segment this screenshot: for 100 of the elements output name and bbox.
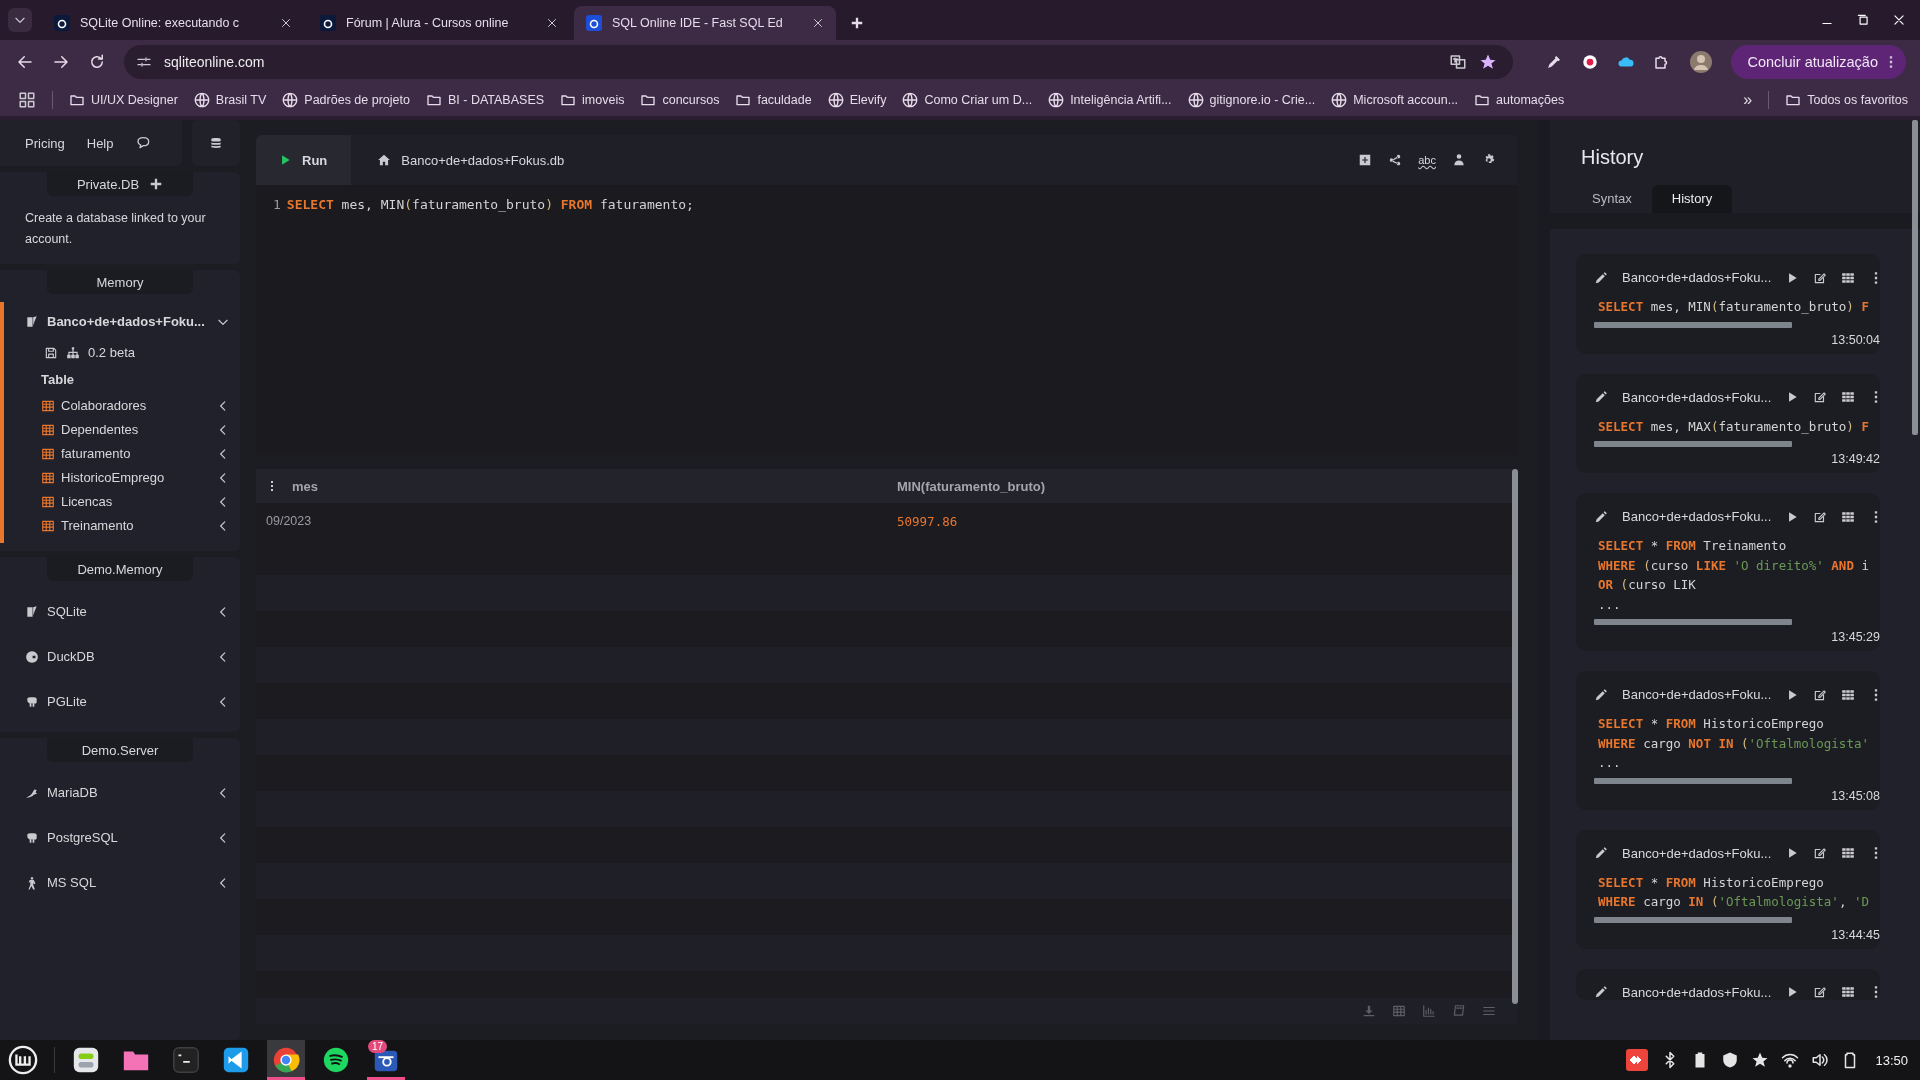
share-icon[interactable] bbox=[1388, 153, 1403, 167]
download-icon[interactable] bbox=[1362, 1004, 1376, 1018]
scrollbar[interactable] bbox=[1594, 777, 1792, 784]
edit-icon[interactable] bbox=[1813, 390, 1828, 404]
restore-icon[interactable] bbox=[1856, 13, 1870, 27]
close-icon[interactable] bbox=[1892, 13, 1906, 27]
nav-link[interactable]: Pricing bbox=[25, 135, 65, 151]
grid-icon[interactable] bbox=[1841, 687, 1856, 702]
bookmark[interactable]: Brasil TV bbox=[193, 92, 267, 108]
apps-icon[interactable] bbox=[18, 91, 36, 109]
bookmark[interactable]: imoveis bbox=[560, 92, 625, 108]
close-icon[interactable] bbox=[812, 17, 824, 29]
browser-tab[interactable]: SQLite Online: executando c bbox=[42, 6, 304, 40]
scrollbar[interactable] bbox=[1594, 916, 1792, 923]
bookmark[interactable]: Inteligência Artifi... bbox=[1048, 92, 1172, 108]
taskbar-app[interactable]: 17 bbox=[367, 1040, 405, 1080]
scrollbar[interactable] bbox=[1912, 120, 1918, 435]
table-item[interactable]: HistoricoEmprego bbox=[4, 465, 240, 489]
table-item[interactable]: Dependentes bbox=[4, 417, 240, 441]
scrollbar[interactable] bbox=[1512, 469, 1518, 1004]
close-icon[interactable] bbox=[546, 17, 558, 29]
code-editor[interactable]: 1 SELECT mes, MIN(faturamento_bruto) FROM faturamento; bbox=[256, 185, 1518, 455]
bookmark[interactable]: Elevify bbox=[827, 92, 887, 108]
bookmark[interactable]: BI - DATABASES bbox=[425, 92, 545, 108]
panel-tab[interactable]: History bbox=[1651, 185, 1733, 213]
new-tab-icon[interactable] bbox=[850, 16, 864, 30]
chart-icon[interactable] bbox=[1422, 1004, 1436, 1018]
database-item[interactable]: MS SQL bbox=[0, 860, 240, 905]
bookmark[interactable]: concursos bbox=[640, 92, 720, 108]
description: Create a database linked to your account. bbox=[24, 210, 207, 248]
grid-icon[interactable] bbox=[1841, 390, 1856, 404]
edit-icon[interactable] bbox=[1813, 270, 1828, 285]
scrollbar[interactable] bbox=[1594, 321, 1792, 328]
bookmark[interactable]: faculdade bbox=[735, 92, 812, 108]
translate-icon[interactable] bbox=[1449, 53, 1468, 71]
add-icon[interactable] bbox=[1358, 153, 1373, 167]
avatar-icon[interactable] bbox=[1689, 50, 1714, 74]
database-item[interactable]: PGLite bbox=[0, 679, 240, 724]
grid-icon[interactable] bbox=[1841, 846, 1856, 860]
database-item[interactable]: SQLite bbox=[0, 589, 240, 634]
wifi-icon[interactable] bbox=[1781, 1051, 1800, 1069]
code-line: SELECT mes, MAX(faturamento_bruto) F bbox=[1598, 417, 1870, 436]
clock[interactable]: 13:50 bbox=[1875, 1052, 1908, 1068]
volume-icon[interactable] bbox=[1811, 1051, 1830, 1069]
table-icon[interactable] bbox=[1392, 1004, 1406, 1018]
more-bookmarks-button[interactable]: » bbox=[1743, 91, 1753, 109]
edit-icon[interactable] bbox=[1813, 509, 1828, 524]
database-item[interactable]: Banco+de+dados+Foku... bbox=[4, 306, 240, 337]
bookmark[interactable]: Como Criar um D... bbox=[902, 92, 1033, 108]
add-icon[interactable] bbox=[149, 177, 164, 191]
bookmark-star-icon[interactable] bbox=[1479, 53, 1498, 71]
run-button[interactable]: Run bbox=[256, 135, 352, 185]
table-item[interactable]: Colaboradores bbox=[4, 393, 240, 417]
table-item[interactable]: Licencas bbox=[4, 489, 240, 513]
taskbar-app[interactable] bbox=[267, 1040, 305, 1080]
book-icon[interactable] bbox=[1452, 1004, 1466, 1018]
panel-tab[interactable]: Syntax bbox=[1572, 185, 1652, 213]
shield-icon[interactable] bbox=[1721, 1051, 1740, 1069]
star-icon[interactable] bbox=[1751, 1051, 1770, 1069]
grid-icon[interactable] bbox=[1841, 270, 1856, 285]
bookmark[interactable]: Todos os favoritos bbox=[1785, 92, 1908, 108]
record-icon[interactable] bbox=[1581, 53, 1600, 71]
spellcheck-button[interactable]: abc bbox=[1418, 135, 1436, 185]
database-item[interactable]: DuckDB bbox=[0, 634, 240, 679]
hierarchy-icon[interactable] bbox=[66, 345, 80, 360]
edit-icon[interactable] bbox=[1813, 985, 1828, 999]
save-icon[interactable] bbox=[44, 345, 58, 360]
scrollbar[interactable] bbox=[1594, 619, 1792, 625]
nav-link[interactable]: Help bbox=[86, 135, 114, 151]
browser-tab[interactable]: SQL Online IDE - Fast SQL Ed bbox=[574, 6, 836, 40]
bookmark[interactable]: automações bbox=[1474, 92, 1565, 108]
bookmark[interactable]: Padrões de projeto bbox=[282, 92, 410, 108]
scrollbar[interactable] bbox=[1594, 441, 1792, 447]
file-tab[interactable]: Banco+de+dados+Fokus.db bbox=[367, 135, 575, 185]
grid-icon[interactable] bbox=[1841, 985, 1856, 999]
bookmark[interactable]: gitignore.io - Crie... bbox=[1187, 92, 1316, 108]
remote-desktop-icon[interactable] bbox=[1625, 1048, 1650, 1072]
forward-icon[interactable] bbox=[52, 53, 70, 71]
table-item[interactable]: Treinamento bbox=[4, 513, 240, 537]
table-item[interactable]: faturamento bbox=[4, 441, 240, 465]
edit-icon[interactable] bbox=[1813, 687, 1828, 702]
close-icon[interactable] bbox=[280, 17, 292, 29]
address-bar[interactable]: sqliteonline.com bbox=[124, 45, 1514, 79]
bookmark[interactable]: UI/UX Designer bbox=[69, 92, 178, 108]
browser-tab[interactable]: Fórum | Alura - Cursos online bbox=[308, 6, 570, 40]
tab-search-button[interactable] bbox=[8, 8, 32, 32]
database-item[interactable]: PostgreSQL bbox=[0, 815, 240, 860]
database-button[interactable] bbox=[192, 120, 240, 166]
database-item[interactable]: MariaDB bbox=[0, 770, 240, 815]
user-icon[interactable] bbox=[1452, 153, 1466, 167]
grid-icon[interactable] bbox=[1841, 509, 1856, 524]
update-button[interactable]: Concluir atualização bbox=[1731, 45, 1906, 79]
table-cell: 09/2023 bbox=[266, 514, 312, 528]
reload-icon[interactable] bbox=[88, 53, 106, 71]
bookmark[interactable]: Microsoft accoun... bbox=[1331, 92, 1459, 108]
back-icon[interactable] bbox=[16, 53, 34, 71]
menu-icon[interactable] bbox=[1482, 1004, 1496, 1018]
edit-icon[interactable] bbox=[1813, 846, 1828, 860]
timestamp: 13:44:45 bbox=[1830, 926, 1880, 944]
chat-icon[interactable] bbox=[135, 135, 152, 151]
